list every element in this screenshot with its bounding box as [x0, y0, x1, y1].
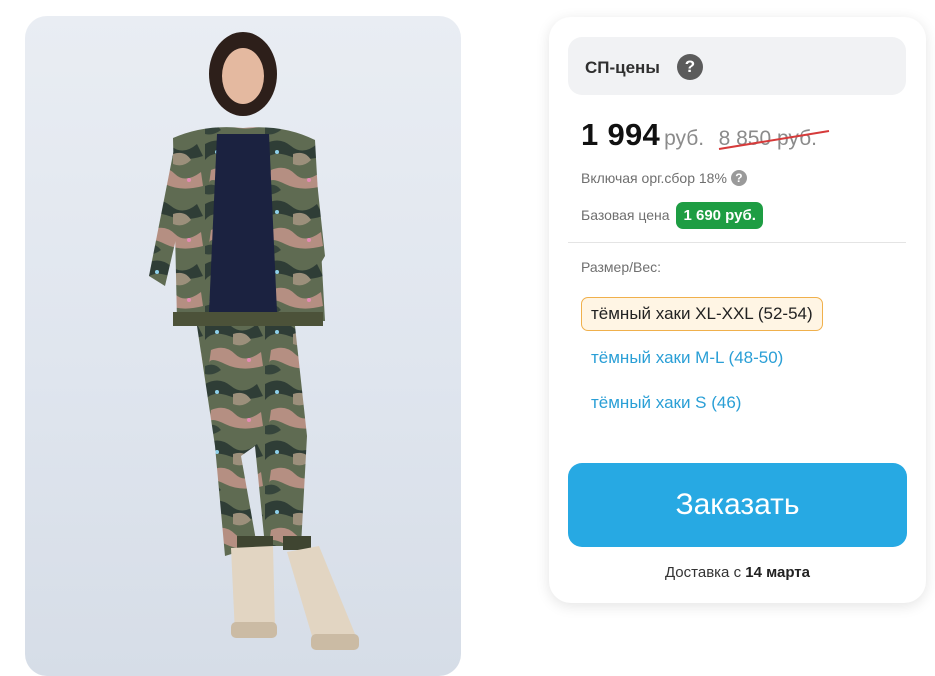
- delivery-date: 14 марта: [745, 564, 810, 581]
- purchase-card: СП-цены ? 1 994 руб. 8 850 руб. Включая о…: [549, 17, 926, 603]
- delivery-prefix: Доставка с: [664, 564, 742, 581]
- size-option[interactable]: тёмный хаки M-L (48-50): [591, 348, 783, 368]
- price-currency: руб.: [664, 127, 705, 150]
- fees-text: Включая орг.сбор 18%: [581, 170, 727, 186]
- current-price: 1 994: [581, 117, 661, 152]
- fees-note: Включая орг.сбор 18%?: [581, 170, 747, 186]
- delivery-info: Доставка с 14 марта: [549, 564, 926, 581]
- model-illustration: [149, 32, 359, 650]
- base-price-row: Базовая цена 1 690 руб.: [581, 202, 763, 229]
- base-price-badge: 1 690 руб.: [676, 202, 763, 229]
- sp-prices-label: СП-цены: [585, 58, 660, 77]
- size-option[interactable]: тёмный хаки S (46): [591, 393, 741, 413]
- order-button[interactable]: Заказать: [568, 463, 907, 547]
- old-price-value: 8 850 руб.: [718, 127, 818, 150]
- question-icon[interactable]: ?: [677, 54, 703, 80]
- divider: [568, 242, 906, 243]
- old-price: 8 850 руб.: [718, 127, 829, 151]
- size-option-selected[interactable]: тёмный хаки XL-XXL (52-54): [581, 297, 823, 331]
- product-photo[interactable]: [25, 16, 461, 676]
- question-icon[interactable]: ?: [730, 170, 747, 186]
- base-price-label: Базовая цена: [581, 207, 670, 223]
- price-row: 1 994 руб. 8 850 руб.: [581, 117, 829, 153]
- sp-prices-bar[interactable]: СП-цены ?: [568, 37, 906, 95]
- size-label: Размер/Вес:: [581, 259, 662, 275]
